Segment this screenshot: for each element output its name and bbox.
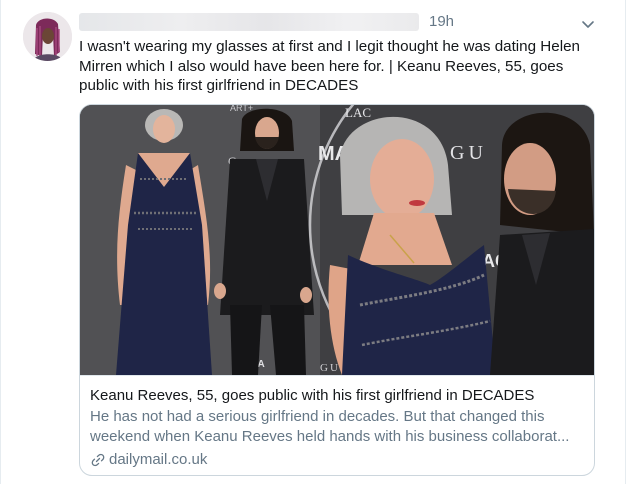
right-man-figure xyxy=(490,112,594,375)
link-icon xyxy=(91,453,105,466)
card-domain[interactable]: dailymail.co.uk xyxy=(90,450,584,469)
card-title[interactable]: Keanu Reeves, 55, goes public with his f… xyxy=(90,386,584,405)
backdrop-text-art: ART+ xyxy=(230,105,253,113)
card-domain-text[interactable]: dailymail.co.uk xyxy=(109,450,207,469)
avatar-image xyxy=(23,12,72,61)
backdrop-text-gu: GU xyxy=(450,142,487,164)
card-body[interactable]: Keanu Reeves, 55, goes public with his f… xyxy=(80,375,594,475)
link-preview-card[interactable]: ART+ LAC G MA GU AC CMA GUCC xyxy=(79,104,595,476)
tweet[interactable]: 19h I wasn't wearing my glasses at first… xyxy=(0,0,626,484)
backdrop-text-lac: LAC xyxy=(345,105,371,120)
event-photo: ART+ LAC G MA GU AC CMA GUCC xyxy=(80,105,594,375)
username-blurred xyxy=(79,13,419,31)
tweet-text: I wasn't wearing my glasses at first and… xyxy=(79,38,580,94)
avatar[interactable] xyxy=(23,12,72,61)
timestamp[interactable]: 19h xyxy=(429,13,454,31)
card-image[interactable]: ART+ LAC G MA GU AC CMA GUCC xyxy=(80,105,594,375)
card-description: He has not had a serious girlfriend in d… xyxy=(90,408,570,445)
chevron-down-icon[interactable] xyxy=(579,15,597,33)
